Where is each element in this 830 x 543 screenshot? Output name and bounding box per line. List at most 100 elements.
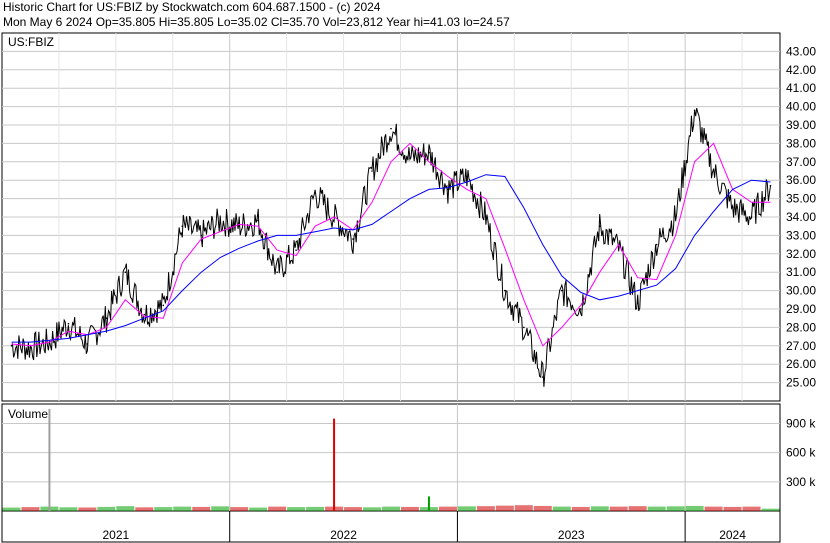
volume-bar: [135, 507, 154, 511]
price-point: [504, 289, 506, 292]
volume-bar: [230, 507, 249, 511]
price-tick-label: 34.00: [786, 210, 816, 224]
price-tick-label: 37.00: [786, 155, 816, 169]
price-point: [674, 216, 677, 218]
price-point: [390, 127, 392, 130]
price-point: [276, 271, 278, 274]
price-point: [409, 157, 411, 159]
price-tick-label: 30.00: [786, 284, 816, 298]
price-point: [181, 225, 184, 227]
price-point: [466, 175, 468, 178]
price-point: [560, 289, 563, 292]
price-point: [257, 219, 259, 222]
volume-panel-frame: [1, 403, 781, 512]
volume-bar: [344, 507, 363, 511]
volume-bar: [742, 506, 761, 511]
price-tick-label: 31.00: [786, 265, 816, 279]
stock-chart: Historic Chart for US:FBIZ by Stockwatch…: [0, 0, 830, 543]
price-series-line: [11, 107, 771, 387]
volume-bar: [400, 506, 419, 511]
price-point: [86, 343, 89, 345]
volume-bar: [382, 506, 400, 511]
volume-bar: [533, 505, 552, 511]
x-year-label: 2022: [330, 528, 357, 542]
price-point: [219, 219, 222, 222]
price-point: [200, 234, 203, 237]
price-tick-label: 26.00: [786, 357, 816, 371]
price-point: [750, 216, 753, 218]
price-point: [295, 249, 297, 251]
price-point: [428, 151, 430, 154]
volume-bar: [116, 506, 135, 511]
price-tick-label: 38.00: [786, 136, 816, 150]
volume-bar: [268, 506, 287, 511]
price-point: [769, 184, 772, 187]
volume-bar: [761, 508, 780, 511]
volume-bar: [78, 507, 97, 511]
price-point: [143, 313, 146, 316]
volume-bar: [287, 507, 306, 511]
symbol-label: US:FBIZ: [8, 35, 54, 49]
volume-bar: [685, 505, 704, 511]
volume-bar: [249, 507, 268, 511]
price-point: [523, 326, 525, 329]
volume-bar: [211, 506, 230, 511]
volume-tick-label: 900 k: [786, 416, 816, 430]
volume-bar: [306, 506, 325, 511]
price-tick-label: 39.00: [786, 118, 816, 132]
price-tick-label: 28.00: [786, 320, 816, 334]
volume-bar: [495, 505, 514, 511]
price-point: [542, 376, 544, 378]
volume-bar: [552, 506, 571, 511]
price-point: [238, 225, 240, 227]
price-point: [447, 188, 449, 191]
x-year-label: 2024: [719, 528, 746, 542]
volume-bar: [173, 506, 192, 511]
volume-tick-label: 600 k: [786, 446, 816, 460]
price-point: [485, 216, 487, 218]
price-point: [371, 170, 373, 172]
volume-title: Volume: [8, 407, 48, 421]
price-tick-label: 40.00: [786, 100, 816, 114]
price-tick-label: 35.00: [786, 192, 816, 206]
volume-bar: [723, 506, 742, 511]
price-tick-label: 42.00: [786, 63, 816, 77]
volume-bar: [647, 506, 666, 511]
volume-bar: [628, 506, 647, 511]
price-tick-label: 43.00: [786, 44, 816, 58]
price-point: [29, 346, 32, 349]
price-point: [10, 345, 13, 347]
price-point: [105, 317, 108, 320]
volume-tick-label: 300 k: [786, 475, 816, 489]
volume-bar: [666, 506, 685, 511]
volume-bar: [438, 506, 457, 511]
volume-bar: [363, 507, 382, 511]
moving-average-long-line: [11, 174, 771, 343]
volume-bar: [2, 507, 21, 511]
volume-bar: [59, 507, 78, 511]
price-point: [579, 308, 582, 310]
price-point: [693, 109, 696, 112]
volume-bar: [192, 506, 211, 511]
price-point: [352, 238, 354, 240]
price-point: [124, 271, 127, 274]
volume-bar: [476, 506, 495, 511]
volume-bar: [571, 506, 590, 511]
volume-bar: [704, 506, 723, 511]
x-year-label: 2023: [558, 528, 585, 542]
price-tick-label: 27.00: [786, 339, 816, 353]
price-tick-label: 36.00: [786, 173, 816, 187]
price-point: [598, 225, 601, 227]
price-tick-label: 33.00: [786, 228, 816, 242]
volume-bar: [514, 505, 533, 511]
volume-bar: [21, 507, 40, 511]
price-point: [636, 302, 639, 305]
chart-plot-area: 43.00 42.00 41.00 40.00 39.00 38.00 37.00 36.00…: [1, 32, 816, 543]
volume-bar: [97, 506, 116, 511]
volume-bar: [590, 506, 609, 511]
price-point: [617, 247, 620, 250]
volume-bar: [609, 506, 628, 511]
price-tick-label: 41.00: [786, 81, 816, 95]
x-year-label: 2021: [103, 528, 130, 542]
price-point: [67, 322, 70, 325]
